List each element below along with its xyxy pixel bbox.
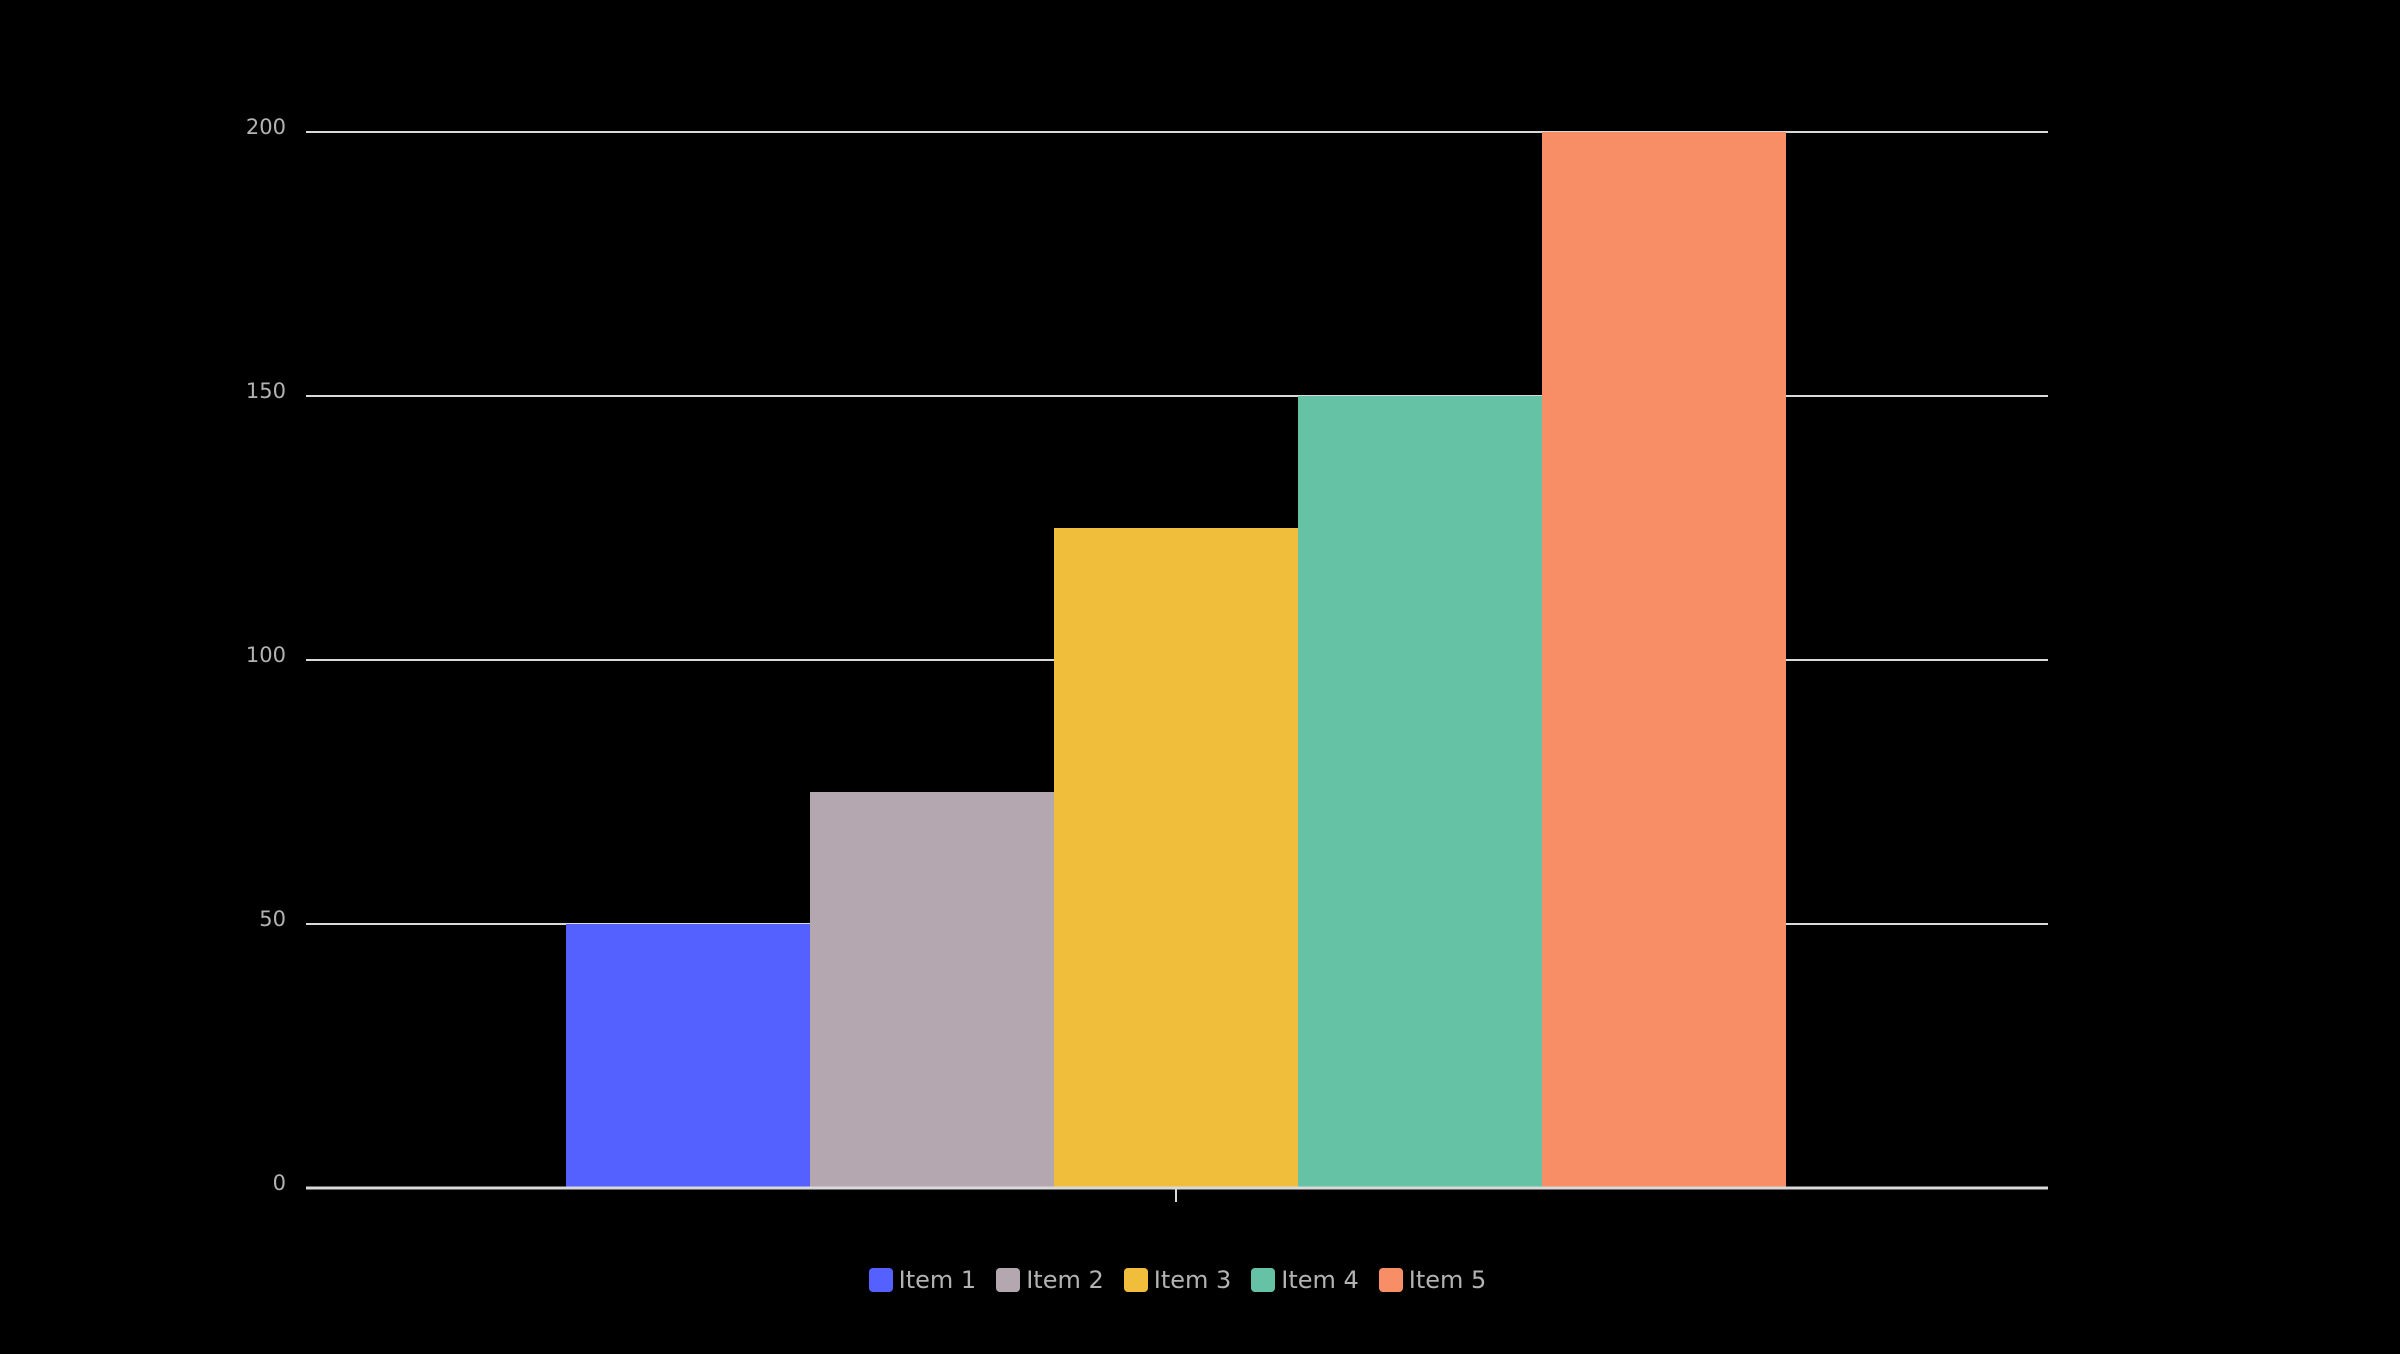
legend-swatch [1123, 1268, 1148, 1292]
y-tick-label: 100 [246, 643, 286, 667]
legend-label: Item 5 [1408, 1266, 1487, 1294]
legend-item-item-4[interactable]: Item 4 [1251, 1262, 1359, 1298]
legend-swatch [868, 1268, 893, 1292]
chart: 0 50 100 150 200 [0, 0, 2400, 1350]
legend-item-item-2[interactable]: Item 2 [996, 1262, 1104, 1298]
bar-item-2 [810, 792, 1054, 1188]
legend-item-item-3[interactable]: Item 3 [1123, 1262, 1232, 1298]
legend-swatch [1378, 1268, 1403, 1292]
legend-item-item-1[interactable]: Item 1 [868, 1262, 977, 1298]
y-tick-label: 50 [259, 907, 286, 931]
bar-item-4 [1298, 396, 1542, 1188]
legend-items: Item 1 Item 2 Item 3 Item 4 Item 5 [868, 1262, 1507, 1298]
y-tick-label: 150 [246, 379, 286, 403]
y-axis-tick-labels: 0 50 100 150 200 [246, 115, 286, 1195]
legend-label: Item 4 [1281, 1266, 1359, 1294]
y-tick-label: 0 [273, 1171, 286, 1195]
legend-label: Item 1 [898, 1266, 977, 1294]
chart-svg: 0 50 100 150 200 [246, 115, 2048, 1202]
bar-item-3 [1054, 528, 1298, 1188]
legend-label: Item 2 [1026, 1266, 1104, 1294]
legend: Item 1 Item 2 Item 3 Item 4 Item 5 [0, 1262, 2400, 1298]
bar-item-1 [566, 924, 810, 1188]
legend-swatch [1251, 1268, 1276, 1292]
legend-label: Item 3 [1153, 1266, 1232, 1294]
y-tick-label: 200 [246, 115, 286, 139]
x-axis [306, 1186, 2048, 1202]
legend-swatch [996, 1268, 1021, 1292]
bar-item-5 [1542, 132, 1786, 1188]
legend-item-item-5[interactable]: Item 5 [1378, 1262, 1487, 1298]
